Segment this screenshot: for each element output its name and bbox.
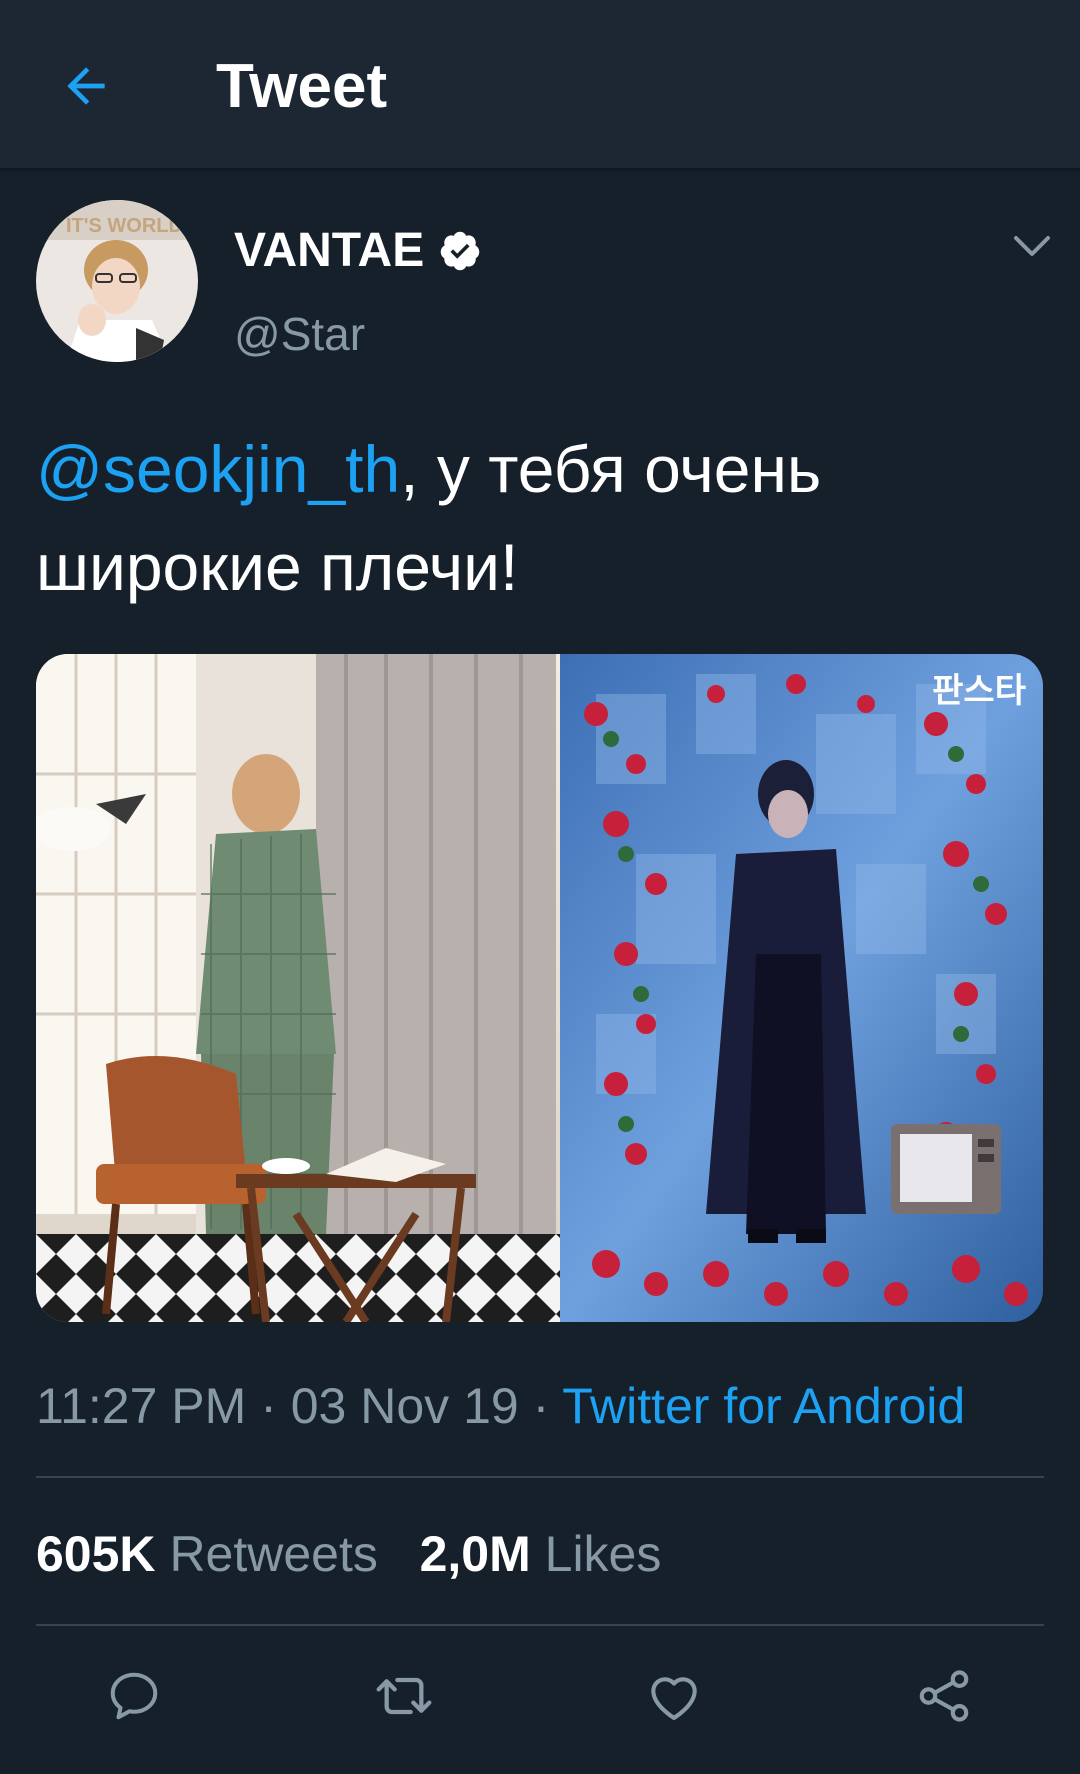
retweets-stat[interactable]: 605K Retweets xyxy=(36,1526,378,1582)
reply-button[interactable] xyxy=(98,1660,170,1732)
tweet-text: @seokjin_th, у тебя очень широкие плечи! xyxy=(36,420,1046,616)
like-icon xyxy=(651,1677,697,1721)
reply-icon xyxy=(110,1672,158,1720)
divider xyxy=(36,1624,1044,1626)
tweet-action-bar xyxy=(0,1660,1080,1732)
chevron-down-icon xyxy=(1014,236,1050,256)
media-watermark-text: 판스타 xyxy=(932,671,1026,711)
arrow-left-icon xyxy=(67,67,105,105)
share-icon xyxy=(919,1670,969,1722)
retweets-count: 605K xyxy=(36,1526,156,1582)
verified-badge-icon xyxy=(440,231,480,271)
author-handle[interactable]: @Star xyxy=(234,306,365,362)
likes-label: Likes xyxy=(544,1526,662,1582)
retweets-label: Retweets xyxy=(169,1526,378,1582)
tweet-media-image[interactable]: 판스타 xyxy=(36,654,1043,1322)
back-button[interactable] xyxy=(52,52,120,120)
more-options-button[interactable] xyxy=(1010,226,1054,266)
likes-stat[interactable]: 2,0M Likes xyxy=(420,1526,662,1582)
tweet-time: 11:27 PM xyxy=(36,1378,247,1434)
likes-count: 2,0M xyxy=(419,1526,531,1582)
retweet-button[interactable] xyxy=(368,1660,440,1732)
author-name-text: VANTAE xyxy=(234,224,425,277)
avatar-logo-text: IT'S WORLD xyxy=(66,215,183,237)
like-button[interactable] xyxy=(638,1660,710,1732)
tweet-meta: 11:27 PM · 03 Nov 19 · Twitter for Andro… xyxy=(36,1376,965,1436)
top-bar: Tweet xyxy=(0,0,1080,168)
tweet-date: 03 Nov 19 xyxy=(290,1378,519,1434)
retweet-icon xyxy=(376,1677,432,1715)
author-display-name[interactable]: VANTAE xyxy=(234,222,482,280)
share-button[interactable] xyxy=(908,1660,980,1732)
mention-link[interactable]: @seokjin_th xyxy=(36,432,400,506)
divider xyxy=(36,1476,1044,1478)
avatar[interactable]: IT'S WORLD xyxy=(36,200,198,362)
page-title: Tweet xyxy=(216,52,388,121)
tweet-stats: 605K Retweets 2,0M Likes xyxy=(36,1524,661,1584)
meta-separator: · xyxy=(518,1378,563,1434)
meta-separator: · xyxy=(246,1378,291,1434)
tweet-source-link[interactable]: Twitter for Android xyxy=(562,1378,965,1434)
